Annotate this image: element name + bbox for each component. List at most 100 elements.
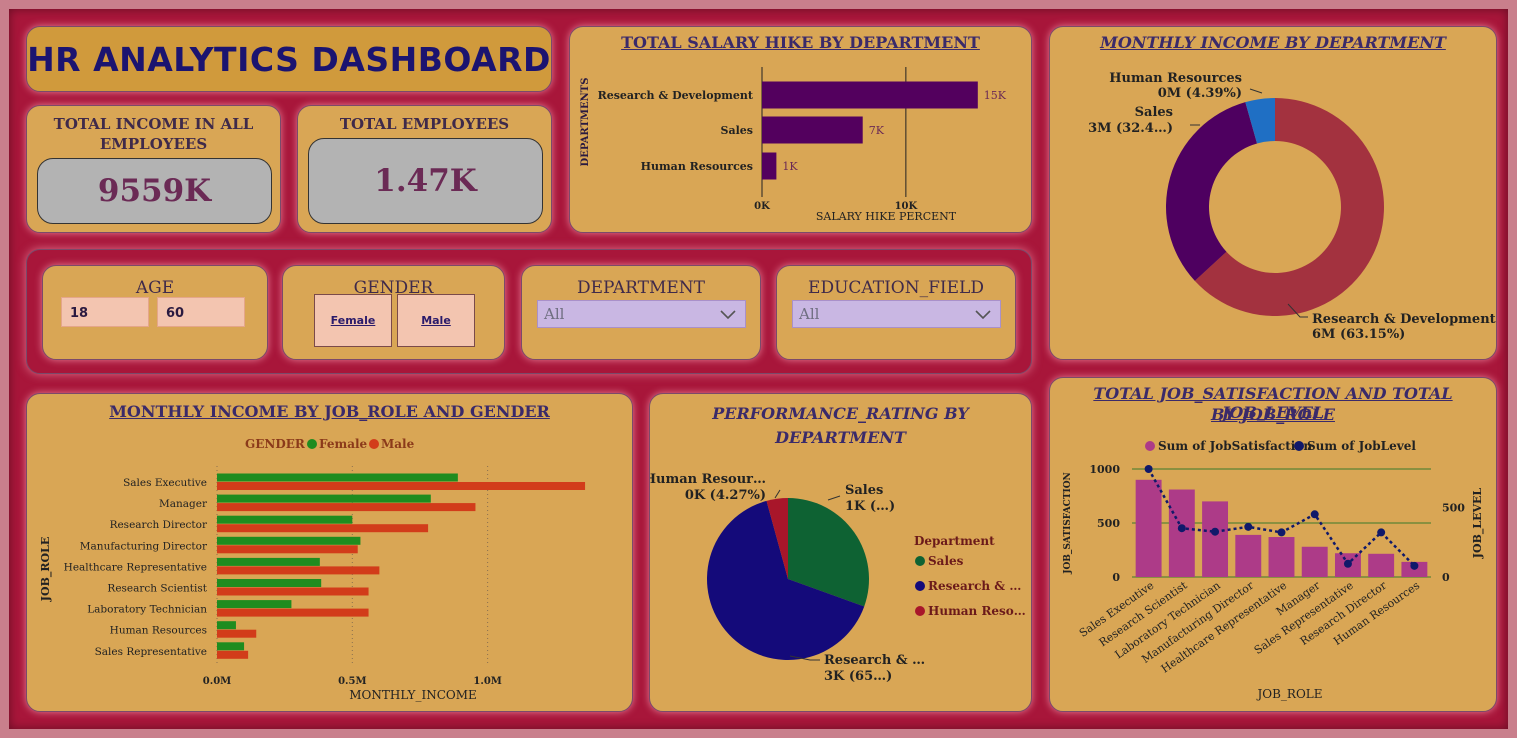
combo-ytick-left: 1000 — [1089, 463, 1120, 476]
jobrole-category-label: Research Scientist — [107, 583, 207, 595]
chevron-down-icon — [974, 303, 992, 329]
performance-by-department-chart: Sales1K (…)Research & …3K (65…)Human Res… — [650, 472, 1026, 684]
combo-line-point — [1410, 561, 1419, 570]
total-income-value: 9559K — [97, 173, 212, 209]
jobrole-xtick: 0.0M — [203, 676, 231, 687]
pie-leader-line — [774, 489, 781, 499]
department-dropdown[interactable]: All — [537, 300, 746, 328]
salary-hike-data-label: 7K — [869, 124, 885, 137]
pie-legend-title: Department — [914, 534, 995, 548]
jobrole-category-label: Laboratory Technician — [87, 604, 207, 616]
dashboard-title-card: HR ANALYTICS DASHBOARD — [26, 26, 552, 92]
age-min-input[interactable]: 18 — [61, 297, 149, 327]
legend-female-marker — [307, 439, 317, 449]
donut-label-name: Research & Development — [1312, 312, 1496, 327]
jobrole-female-bar — [217, 621, 236, 630]
combo-bar — [1268, 537, 1295, 577]
jobrole-male-bar — [217, 524, 429, 533]
donut-label-value: 6M (63.15%) — [1312, 327, 1405, 342]
donut-label-name: Human Resources — [1109, 71, 1242, 86]
total-income-label: TOTAL INCOME IN ALL EMPLOYEES — [53, 115, 254, 153]
jobrole-xtick: 1.0M — [473, 676, 501, 687]
combo-bar — [1135, 479, 1162, 577]
department-dropdown-value: All — [544, 305, 565, 323]
jobrole-ylabel: JOB_ROLE — [39, 537, 53, 602]
combo-ylabel-left: JOB_SATISFACTION — [1063, 472, 1073, 575]
department-slicer: DEPARTMENT All — [521, 265, 761, 360]
gender-male-button[interactable]: Male — [397, 294, 475, 347]
income-by-jobrole-chart: GENDER Female Male 0.0M 0.5M 1.0M Sales Execut… — [39, 437, 586, 702]
total-employees-value-box: 1.47K — [308, 138, 543, 224]
salary-hike-category-label: Human Resources — [641, 160, 753, 173]
age-slicer-title: AGE — [135, 278, 175, 298]
combo-ytick-left: 500 — [1097, 517, 1120, 530]
jobrole-female-bar — [217, 579, 322, 587]
donut-leader-line — [1249, 88, 1263, 94]
jobrole-category-label: Healthcare Representative — [64, 561, 207, 573]
total-employees-label: TOTAL EMPLOYEES — [339, 115, 510, 133]
pie-legend-marker — [915, 581, 925, 591]
dashboard-title: HR ANALYTICS DASHBOARD — [27, 39, 551, 79]
jobrole-male-bar — [217, 608, 369, 617]
education-field-dropdown[interactable]: All — [792, 300, 1001, 328]
combo-ytick-right: 0 — [1442, 571, 1450, 584]
jobrole-category-label: Research Director — [110, 519, 208, 531]
income-by-department-card: MONTHLY INCOME BY DEPARTMENT Research & … — [1049, 26, 1497, 360]
education-field-slicer-title: EDUCATION_FIELD — [808, 278, 984, 298]
salary-hike-xlabel: SALARY HIKE PERCENT — [816, 210, 957, 223]
donut-slice-2 — [1166, 102, 1258, 281]
salary-hike-xtick: 0K — [754, 201, 770, 212]
gender-slicer: GENDER Female Male — [282, 265, 505, 360]
pie-label-name: Research & … — [824, 653, 925, 668]
pie-legend-label: Research & … — [928, 579, 1021, 593]
pie-label-value: 1K (…) — [845, 499, 895, 514]
jobrole-female-bar — [217, 557, 320, 566]
combo-bar — [1368, 553, 1395, 577]
age-max-input[interactable]: 60 — [157, 297, 245, 327]
salary-hike-data-label: 1K — [782, 160, 798, 173]
jobrole-female-bar — [217, 515, 353, 524]
jobrole-male-bar — [217, 482, 586, 490]
combo-legend-jl-label: Sum of JobLevel — [1307, 439, 1416, 453]
combo-line-point — [1244, 522, 1253, 531]
pie-legend-label: Sales — [928, 554, 964, 568]
total-income-value-box: 9559K — [37, 158, 272, 224]
pie-label-name: Human Resour… — [650, 472, 766, 487]
legend-title: GENDER — [245, 437, 306, 451]
jobrole-male-bar — [217, 587, 369, 596]
pie-legend-marker — [915, 556, 925, 566]
combo-ytick-right: 500 — [1442, 501, 1465, 514]
salary-hike-bar — [762, 152, 777, 180]
salary-hike-category-label: Sales — [721, 124, 753, 137]
jobrole-female-bar — [217, 473, 458, 482]
department-slicer-title: DEPARTMENT — [576, 278, 706, 298]
jobrole-male-bar — [217, 629, 257, 638]
combo-line-point — [1310, 510, 1319, 519]
combo-line-point — [1343, 559, 1352, 568]
income-by-department-chart: Research & Development6M (63.15%) Sales3M… — [1088, 71, 1496, 342]
combo-line-point — [1211, 527, 1220, 536]
combo-line-point — [1177, 524, 1186, 533]
donut-label-value: 0M (4.39%) — [1158, 86, 1242, 101]
combo-xlabel: JOB_ROLE — [1255, 687, 1322, 701]
satisfaction-level-card: TOTAL JOB_SATISFACTION AND TOTAL JOB_LEV… — [1049, 377, 1497, 712]
salary-hike-chart: DEPARTMENTS Research & Development 15K Sale… — [580, 67, 1007, 223]
jobrole-male-bar — [217, 650, 249, 659]
education-field-slicer: EDUCATION_FIELD All — [776, 265, 1016, 360]
combo-bar — [1202, 501, 1229, 577]
jobrole-male-bar — [217, 545, 358, 554]
combo-legend-js-marker — [1145, 441, 1155, 451]
salary-hike-ylabel: DEPARTMENTS — [580, 78, 591, 167]
jobrole-category-label: Manager — [159, 498, 208, 510]
jobrole-female-bar — [217, 494, 431, 503]
jobrole-category-label: Manufacturing Director — [80, 540, 208, 552]
combo-line-point — [1277, 528, 1286, 537]
combo-bar — [1235, 534, 1262, 577]
legend-male-label: Male — [381, 437, 415, 451]
performance-by-department-card: PERFORMANCE_RATING BY DEPARTMENT Sales 1K… — [649, 393, 1032, 712]
pie-legend-marker — [915, 606, 925, 616]
combo-legend-jl-marker — [1294, 441, 1304, 451]
gender-female-button[interactable]: Female — [314, 294, 392, 347]
total-income-card: TOTAL INCOME IN ALL EMPLOYEES 9559K — [26, 105, 281, 233]
chevron-down-icon — [719, 303, 737, 329]
